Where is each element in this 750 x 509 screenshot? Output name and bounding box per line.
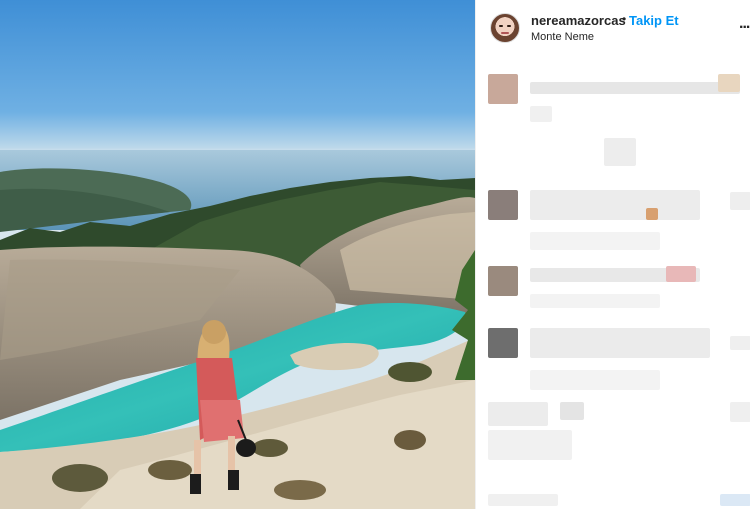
comment-meta-blurred <box>488 430 572 460</box>
comment-text-blurred <box>530 328 710 358</box>
comment-meta-blurred <box>604 138 636 166</box>
comment-avatar-blurred <box>488 402 548 426</box>
comment-meta-blurred <box>530 370 660 390</box>
comment-meta-blurred <box>530 106 552 122</box>
comment-text-blurred <box>718 74 740 92</box>
location-link[interactable]: Monte Neme <box>531 31 594 43</box>
comment-text-blurred <box>730 192 750 210</box>
comment-avatar-blurred <box>488 74 518 104</box>
comment-text-blurred <box>666 266 696 282</box>
avatar[interactable] <box>490 13 520 43</box>
comment-text-blurred <box>730 402 750 422</box>
comment-text-blurred <box>560 402 584 420</box>
comment-avatar-blurred <box>488 266 518 296</box>
comment-meta-blurred <box>530 294 660 308</box>
landscape-image <box>0 150 475 509</box>
comment-text-blurred <box>646 208 658 220</box>
comment-avatar-blurred <box>488 190 518 220</box>
post-header: nereamazorcas • Takip Et Monte Neme ... <box>476 0 750 56</box>
comment-text-blurred <box>730 336 750 350</box>
comment-meta-blurred <box>720 494 750 506</box>
separator-dot: • <box>622 12 627 26</box>
more-horizontal-icon[interactable]: ... <box>739 15 750 33</box>
post-photo <box>0 0 475 509</box>
comment-text-blurred <box>530 190 700 220</box>
post-sidebar: nereamazorcas • Takip Et Monte Neme ... <box>475 0 750 509</box>
comment-meta-blurred <box>488 494 558 506</box>
comment-avatar-blurred <box>488 328 518 358</box>
comment-meta-blurred <box>530 232 660 250</box>
comment-text-blurred <box>530 82 740 94</box>
follow-button[interactable]: Takip Et <box>629 13 679 28</box>
username-link[interactable]: nereamazorcas <box>531 13 626 28</box>
